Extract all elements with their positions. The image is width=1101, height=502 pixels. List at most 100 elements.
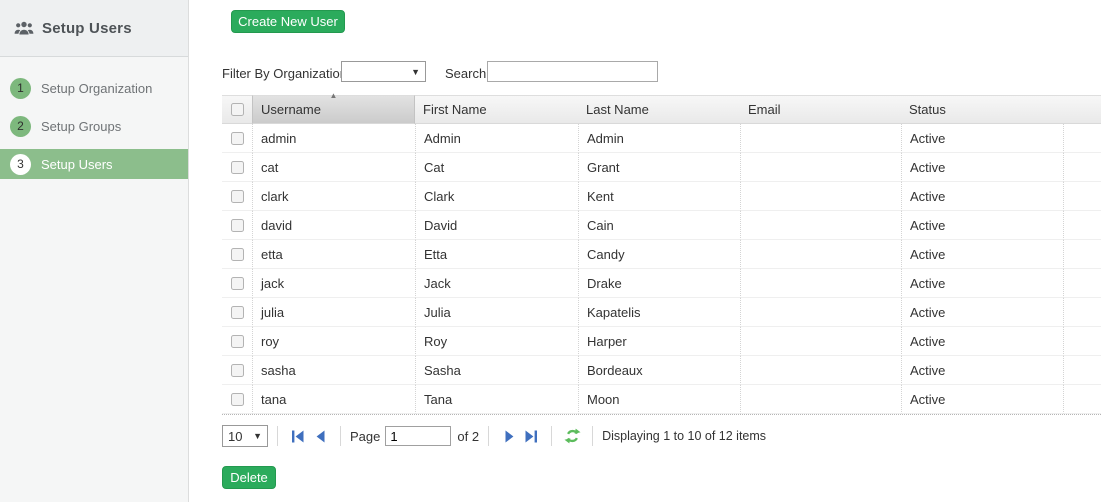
cell-spacer — [1063, 327, 1101, 356]
cell-username: cat — [252, 153, 415, 182]
row-checkbox-cell — [222, 356, 252, 385]
cell-status: Active — [901, 356, 1063, 385]
table-row[interactable]: julia Julia Kapatelis Active — [222, 298, 1101, 327]
cell-first-name: Admin — [415, 124, 578, 153]
row-checkbox[interactable] — [231, 190, 244, 203]
cell-last-name: Grant — [578, 153, 740, 182]
table-row[interactable]: cat Cat Grant Active — [222, 153, 1101, 182]
cell-email — [740, 182, 901, 211]
create-new-user-button[interactable]: Create New User — [231, 10, 345, 33]
page-size-value: 10 — [228, 429, 242, 444]
page-size-select[interactable]: 10 ▼ — [222, 425, 268, 447]
cell-spacer — [1063, 211, 1101, 240]
cell-username: julia — [252, 298, 415, 327]
cell-username: tana — [252, 385, 415, 414]
last-page-icon[interactable] — [520, 427, 542, 445]
table-row[interactable]: etta Etta Candy Active — [222, 240, 1101, 269]
previous-page-icon[interactable] — [309, 427, 331, 445]
row-checkbox[interactable] — [231, 248, 244, 261]
column-header-label: Status — [909, 102, 946, 117]
row-checkbox[interactable] — [231, 132, 244, 145]
first-page-icon[interactable] — [287, 427, 309, 445]
organization-select[interactable]: ▼ — [341, 61, 426, 82]
row-checkbox[interactable] — [231, 277, 244, 290]
row-checkbox[interactable] — [231, 364, 244, 377]
of-total-pages-label: of 2 — [457, 429, 479, 444]
column-header-first-name[interactable]: First Name — [415, 95, 578, 124]
pager-separator — [277, 426, 278, 446]
cell-last-name: Kapatelis — [578, 298, 740, 327]
cell-status: Active — [901, 153, 1063, 182]
step-setup-groups[interactable]: 2 Setup Groups — [0, 111, 188, 141]
row-checkbox-cell — [222, 385, 252, 414]
step-label: Setup Users — [41, 157, 113, 172]
refresh-icon[interactable] — [561, 426, 583, 446]
cell-first-name: Tana — [415, 385, 578, 414]
cell-status: Active — [901, 385, 1063, 414]
cell-username: jack — [252, 269, 415, 298]
row-checkbox-cell — [222, 327, 252, 356]
cell-spacer — [1063, 385, 1101, 414]
column-header-label: Email — [748, 102, 781, 117]
cell-status: Active — [901, 124, 1063, 153]
cell-username: roy — [252, 327, 415, 356]
column-header-status[interactable]: Status — [901, 95, 1063, 124]
cell-spacer — [1063, 124, 1101, 153]
table-row[interactable]: clark Clark Kent Active — [222, 182, 1101, 211]
cell-email — [740, 356, 901, 385]
row-checkbox[interactable] — [231, 335, 244, 348]
cell-email — [740, 298, 901, 327]
cell-username: sasha — [252, 356, 415, 385]
users-table: ▲ Username First Name Last Name Email St… — [222, 95, 1101, 415]
select-all-header-cell — [222, 95, 252, 124]
filter-by-organization-label: Filter By Organization — [222, 66, 347, 81]
step-setup-users[interactable]: 3 Setup Users — [0, 149, 188, 179]
delete-button[interactable]: Delete — [222, 466, 276, 489]
cell-status: Active — [901, 327, 1063, 356]
cell-first-name: Jack — [415, 269, 578, 298]
row-checkbox[interactable] — [231, 161, 244, 174]
sort-asc-icon: ▲ — [330, 92, 338, 100]
column-header-spacer — [1063, 95, 1101, 124]
cell-first-name: Julia — [415, 298, 578, 327]
cell-status: Active — [901, 182, 1063, 211]
next-page-icon[interactable] — [498, 427, 520, 445]
row-checkbox[interactable] — [231, 306, 244, 319]
cell-spacer — [1063, 269, 1101, 298]
cell-last-name: Moon — [578, 385, 740, 414]
page-number-input[interactable] — [385, 426, 451, 446]
pagination-bar: 10 ▼ Page of 2 Disp — [222, 423, 1101, 449]
table-row[interactable]: jack Jack Drake Active — [222, 269, 1101, 298]
step-label: Setup Organization — [41, 81, 152, 96]
cell-username: clark — [252, 182, 415, 211]
table-row[interactable]: admin Admin Admin Active — [222, 124, 1101, 153]
cell-email — [740, 124, 901, 153]
cell-first-name: Cat — [415, 153, 578, 182]
column-header-email[interactable]: Email — [740, 95, 901, 124]
search-input[interactable] — [487, 61, 658, 82]
select-all-checkbox[interactable] — [231, 103, 244, 116]
table-row[interactable]: sasha Sasha Bordeaux Active — [222, 356, 1101, 385]
row-checkbox[interactable] — [231, 219, 244, 232]
column-header-username[interactable]: ▲ Username — [252, 95, 415, 124]
cell-spacer — [1063, 153, 1101, 182]
cell-first-name: Roy — [415, 327, 578, 356]
table-row[interactable]: roy Roy Harper Active — [222, 327, 1101, 356]
search-label: Search — [445, 66, 486, 81]
cell-spacer — [1063, 240, 1101, 269]
sidebar: Setup Users 1 Setup Organization 2 Setup… — [0, 0, 189, 502]
cell-email — [740, 385, 901, 414]
table-row[interactable]: david David Cain Active — [222, 211, 1101, 240]
cell-email — [740, 153, 901, 182]
step-number-badge: 2 — [10, 116, 31, 137]
cell-spacer — [1063, 356, 1101, 385]
step-setup-organization[interactable]: 1 Setup Organization — [0, 73, 188, 103]
cell-last-name: Candy — [578, 240, 740, 269]
page-label: Page — [350, 429, 380, 444]
column-header-last-name[interactable]: Last Name — [578, 95, 740, 124]
table-row[interactable]: tana Tana Moon Active — [222, 385, 1101, 414]
row-checkbox[interactable] — [231, 393, 244, 406]
cell-last-name: Drake — [578, 269, 740, 298]
column-header-label: First Name — [423, 102, 487, 117]
cell-username: etta — [252, 240, 415, 269]
